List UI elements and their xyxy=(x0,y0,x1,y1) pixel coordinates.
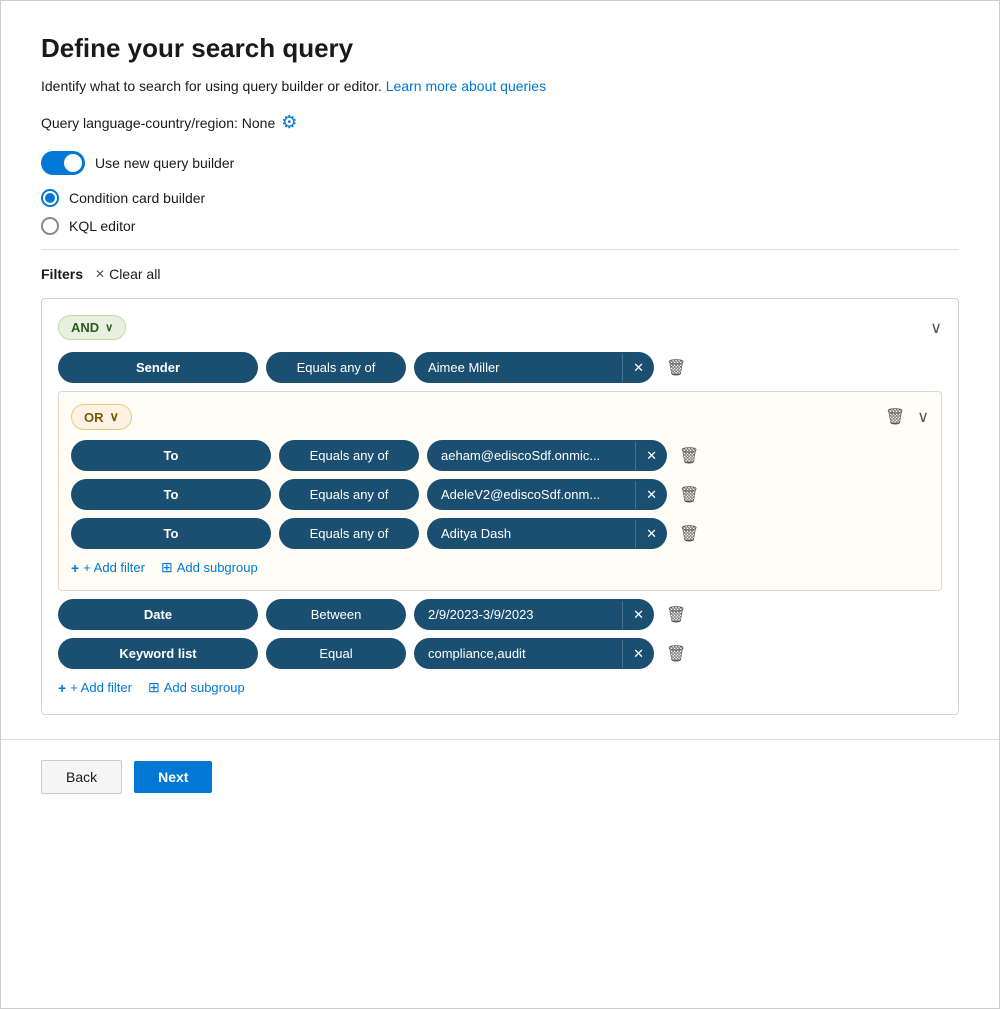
date-operator-button[interactable]: Between xyxy=(266,599,406,630)
to-field-button-3[interactable]: To xyxy=(71,518,271,549)
to-field-button-1[interactable]: To xyxy=(71,440,271,471)
date-value-text: 2/9/2023-3/9/2023 xyxy=(428,599,622,630)
and-chevron-icon: ∨ xyxy=(105,321,113,334)
or-subgroup: OR ∨ 🗑 ∨ To Equals any of aeham@ediscoSd… xyxy=(58,391,942,591)
and-group-add-row: + + Add filter ⊞ Add subgroup xyxy=(58,677,942,698)
sender-value-wrapper: Aimee Miller ✕ xyxy=(414,352,654,383)
and-add-subgroup-button[interactable]: ⊞ Add subgroup xyxy=(148,677,245,698)
to-remove-button-2[interactable]: ✕ xyxy=(635,481,667,509)
or-subgroup-add-row: + + Add filter ⊞ Add subgroup xyxy=(71,557,929,578)
sender-filter-row: Sender Equals any of Aimee Miller ✕ 🗑 xyxy=(58,352,942,383)
to-delete-button-3[interactable]: 🗑 xyxy=(675,522,703,546)
translate-icon[interactable]: ⚙ xyxy=(281,112,297,133)
to-operator-button-1[interactable]: Equals any of xyxy=(279,440,419,471)
clear-all-button[interactable]: ✕ Clear all xyxy=(91,264,164,284)
keyword-remove-button[interactable]: ✕ xyxy=(622,640,654,668)
and-group-collapse-button[interactable]: ∨ xyxy=(930,318,942,338)
keyword-operator-button[interactable]: Equal xyxy=(266,638,406,669)
or-add-subgroup-icon: ⊞ xyxy=(161,559,173,576)
learn-more-link[interactable]: Learn more about queries xyxy=(386,78,546,94)
sender-delete-button[interactable]: 🗑 xyxy=(662,356,690,380)
sender-field-button[interactable]: Sender xyxy=(58,352,258,383)
date-filter-row: Date Between 2/9/2023-3/9/2023 ✕ 🗑 xyxy=(58,599,942,630)
condition-card-radio[interactable] xyxy=(41,189,59,207)
filters-row: Filters ✕ Clear all xyxy=(41,264,959,284)
keyword-value-wrapper: compliance,audit ✕ xyxy=(414,638,654,669)
or-subgroup-delete-button[interactable]: 🗑 xyxy=(881,405,909,429)
divider xyxy=(41,249,959,250)
date-field-button[interactable]: Date xyxy=(58,599,258,630)
to-delete-button-2[interactable]: 🗑 xyxy=(675,483,703,507)
to-operator-button-2[interactable]: Equals any of xyxy=(279,479,419,510)
query-builder-toggle[interactable] xyxy=(41,151,85,175)
sender-operator-button[interactable]: Equals any of xyxy=(266,352,406,383)
condition-card-radio-row[interactable]: Condition card builder xyxy=(41,189,959,207)
sender-value-text: Aimee Miller xyxy=(428,352,622,383)
date-delete-button[interactable]: 🗑 xyxy=(662,603,690,627)
to-value-wrapper-2: AdeleV2@ediscoSdf.onm... ✕ xyxy=(427,479,667,510)
to-value-text-3: Aditya Dash xyxy=(441,518,635,549)
to-filter-row-1: To Equals any of aeham@ediscoSdf.onmic..… xyxy=(71,440,929,471)
page-footer: Back Next xyxy=(1,739,999,814)
to-filter-row-2: To Equals any of AdeleV2@ediscoSdf.onm..… xyxy=(71,479,929,510)
or-logic-button[interactable]: OR ∨ xyxy=(71,404,132,430)
to-remove-button-3[interactable]: ✕ xyxy=(635,520,667,548)
keyword-delete-button[interactable]: 🗑 xyxy=(662,642,690,666)
sender-remove-button[interactable]: ✕ xyxy=(622,354,654,382)
and-add-filter-button[interactable]: + + Add filter xyxy=(58,678,132,698)
toggle-label: Use new query builder xyxy=(95,155,234,171)
back-button[interactable]: Back xyxy=(41,760,122,794)
or-subgroup-header: OR ∨ 🗑 ∨ xyxy=(71,404,929,430)
next-button[interactable]: Next xyxy=(134,761,212,793)
query-builder-toggle-row: Use new query builder xyxy=(41,151,959,175)
to-delete-button-1[interactable]: 🗑 xyxy=(675,444,703,468)
query-builder-container: AND ∨ ∨ Sender Equals any of Aimee Mille… xyxy=(41,298,959,715)
or-add-filter-plus-icon: + xyxy=(71,560,79,576)
filters-label: Filters xyxy=(41,266,83,282)
kql-editor-radio[interactable] xyxy=(41,217,59,235)
to-operator-button-3[interactable]: Equals any of xyxy=(279,518,419,549)
or-add-filter-button[interactable]: + + Add filter xyxy=(71,558,145,578)
keyword-value-text: compliance,audit xyxy=(428,638,622,669)
or-subgroup-header-right: 🗑 ∨ xyxy=(881,405,929,429)
to-filter-row-3: To Equals any of Aditya Dash ✕ 🗑 xyxy=(71,518,929,549)
or-subgroup-header-left: OR ∨ xyxy=(71,404,132,430)
condition-card-label: Condition card builder xyxy=(69,190,205,206)
query-language-row: Query language-country/region: None ⚙ xyxy=(41,112,959,133)
to-remove-button-1[interactable]: ✕ xyxy=(635,442,667,470)
date-remove-button[interactable]: ✕ xyxy=(622,601,654,629)
and-add-filter-plus-icon: + xyxy=(58,680,66,696)
or-subgroup-collapse-button[interactable]: ∨ xyxy=(917,407,929,427)
to-field-button-2[interactable]: To xyxy=(71,479,271,510)
date-value-wrapper: 2/9/2023-3/9/2023 ✕ xyxy=(414,599,654,630)
keyword-filter-row: Keyword list Equal compliance,audit ✕ 🗑 xyxy=(58,638,942,669)
and-logic-button[interactable]: AND ∨ xyxy=(58,315,126,340)
kql-editor-label: KQL editor xyxy=(69,218,135,234)
page-subtitle: Identify what to search for using query … xyxy=(41,78,959,94)
to-value-text-2: AdeleV2@ediscoSdf.onm... xyxy=(441,479,635,510)
and-add-subgroup-icon: ⊞ xyxy=(148,679,160,696)
or-chevron-icon: ∨ xyxy=(110,409,120,425)
keyword-field-button[interactable]: Keyword list xyxy=(58,638,258,669)
kql-editor-radio-row[interactable]: KQL editor xyxy=(41,217,959,235)
and-group-header: AND ∨ ∨ xyxy=(58,315,942,340)
or-add-subgroup-button[interactable]: ⊞ Add subgroup xyxy=(161,557,258,578)
to-value-text-1: aeham@ediscoSdf.onmic... xyxy=(441,440,635,471)
to-value-wrapper-3: Aditya Dash ✕ xyxy=(427,518,667,549)
page-title: Define your search query xyxy=(41,33,959,64)
clear-x-icon: ✕ xyxy=(95,267,105,281)
to-value-wrapper-1: aeham@ediscoSdf.onmic... ✕ xyxy=(427,440,667,471)
